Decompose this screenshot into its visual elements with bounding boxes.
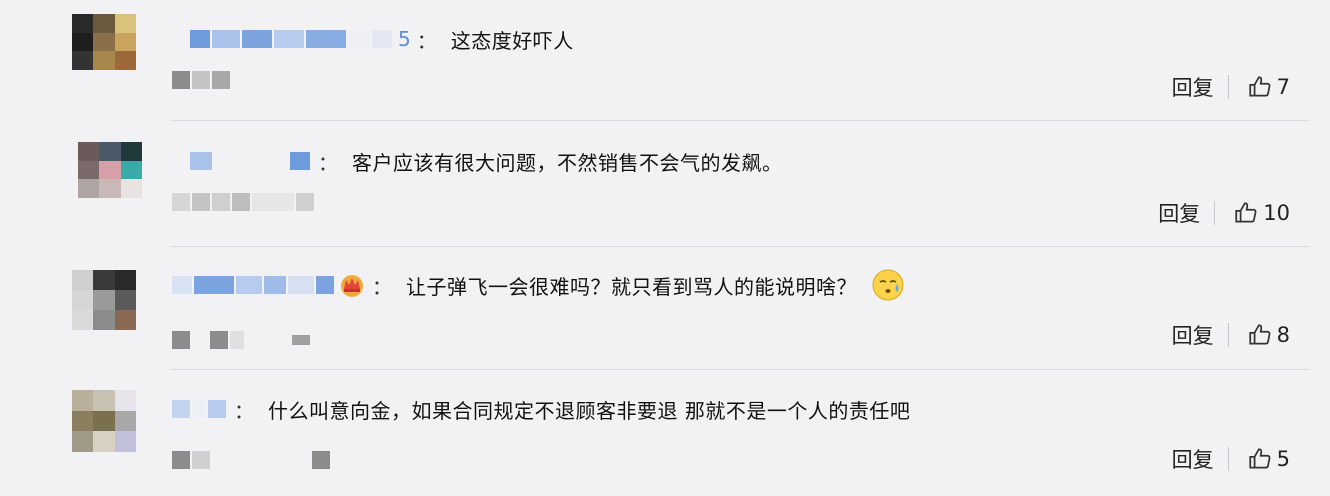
thumbs-up-icon[interactable] (1233, 200, 1259, 226)
comment-divider (170, 369, 1310, 370)
thumbs-up-icon[interactable] (1247, 322, 1273, 348)
reply-button[interactable]: 回复 (1172, 444, 1214, 474)
comment-item: ： 让子弹飞一会很难吗？就只看到骂人的能说明啥？ 回复 8 (0, 248, 1330, 372)
username-blurred[interactable] (172, 400, 228, 418)
avatar[interactable] (72, 390, 136, 452)
username-blurred[interactable] (190, 152, 312, 170)
divider (1227, 75, 1229, 99)
username-suffix: 5 (398, 27, 411, 51)
like-count: 7 (1276, 75, 1290, 99)
comment-actions: 回复 8 (1172, 318, 1290, 352)
comment-text: 什么叫意向金，如果合同规定不退顾客非要退 那就不是一个人的责任吧 (268, 398, 911, 423)
thumbs-up-icon[interactable] (1247, 74, 1273, 100)
comment-meta-blurred (172, 330, 312, 350)
like-count: 8 (1276, 323, 1290, 347)
comment-item: ： 客户应该有很大问题，不然销售不会气的发飙。 回复 10 (0, 124, 1330, 248)
divider (1227, 447, 1229, 471)
colon: ： (234, 398, 254, 423)
crown-badge-icon (341, 275, 363, 297)
avatar[interactable] (72, 14, 136, 70)
avatar[interactable] (78, 142, 142, 198)
comment-meta-blurred (172, 450, 332, 470)
colon: ： (372, 274, 392, 299)
reply-button[interactable]: 回复 (1158, 198, 1200, 228)
comment-meta-blurred (172, 192, 316, 212)
reply-button[interactable]: 回复 (1172, 72, 1214, 102)
comment-divider (170, 120, 1310, 121)
username-blurred[interactable] (172, 276, 336, 294)
username-blurred[interactable]: 5 (190, 27, 411, 51)
like-count: 5 (1276, 447, 1290, 471)
comment-actions: 回复 10 (1158, 196, 1290, 230)
comment-item: 5 ： 这态度好吓人 回复 7 (0, 0, 1330, 124)
colon: ： (318, 150, 338, 175)
comment-divider (170, 246, 1310, 247)
comment-actions: 回复 5 (1172, 442, 1290, 476)
divider (1214, 201, 1216, 225)
colon: ： (416, 28, 437, 53)
thumbs-up-icon[interactable] (1247, 446, 1273, 472)
reply-button[interactable]: 回复 (1172, 320, 1214, 350)
divider (1227, 323, 1229, 347)
comment-meta-blurred (172, 70, 232, 90)
sweat-face-emoji-icon (872, 269, 904, 301)
comment-text: 客户应该有很大问题，不然销售不会气的发飙。 (352, 150, 783, 175)
comment-actions: 回复 7 (1172, 70, 1290, 104)
like-count: 10 (1263, 201, 1290, 225)
comment-item: ： 什么叫意向金，如果合同规定不退顾客非要退 那就不是一个人的责任吧 回复 5 (0, 372, 1330, 496)
comment-text: 这态度好吓人 (450, 28, 574, 53)
comment-text: 让子弹飞一会很难吗？就只看到骂人的能说明啥？ (406, 274, 857, 299)
avatar[interactable] (72, 270, 136, 330)
